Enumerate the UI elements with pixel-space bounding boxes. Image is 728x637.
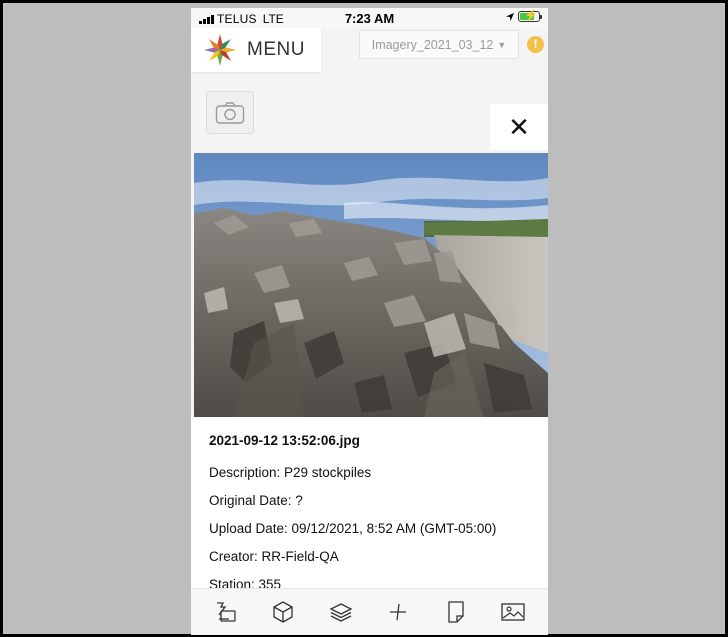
status-right: ⚡ <box>505 10 542 22</box>
battery-icon: ⚡ <box>518 10 542 22</box>
layers-icon <box>329 603 353 622</box>
caret-down-icon: ▼ <box>497 39 507 50</box>
document-button[interactable] <box>438 594 474 630</box>
site-photo <box>194 153 548 417</box>
photo-original-date: Original Date: ? <box>209 493 303 508</box>
cube-3d-icon <box>273 601 293 623</box>
photo-creator: Creator: RR-Field-QA <box>209 549 339 564</box>
photo-description: Description: P29 stockpiles <box>209 465 372 480</box>
measure-tool-button[interactable] <box>208 594 244 630</box>
camera-icon <box>215 101 245 124</box>
app-logo-icon <box>204 34 236 66</box>
image-button[interactable] <box>495 594 531 630</box>
layers-button[interactable] <box>323 594 359 630</box>
camera-button[interactable] <box>206 91 254 134</box>
imagery-select-value: Imagery_2021_03_12 <box>371 37 494 52</box>
3d-view-button[interactable] <box>265 594 301 630</box>
close-button[interactable]: ✕ <box>490 104 548 150</box>
imagery-select[interactable]: Imagery_2021_03_12 ▼ <box>359 30 519 59</box>
photo-info-panel: 2021-09-12 13:52:06.jpg Description: P29… <box>191 417 548 592</box>
bottom-toolbar <box>191 588 548 635</box>
document-icon <box>448 601 464 623</box>
clock: 7:23 AM <box>344 11 395 26</box>
close-icon: ✕ <box>508 112 530 142</box>
screenshot-frame: TELUS LTE 7:23 AM ⚡ MENU Imagery_2021_03… <box>0 0 728 637</box>
photo-filename: 2021-09-12 13:52:06.jpg <box>209 433 360 448</box>
warning-icon[interactable]: ! <box>527 36 544 53</box>
location-arrow-icon <box>506 12 514 21</box>
crosshair-icon <box>390 603 407 621</box>
crosshair-button[interactable] <box>380 594 416 630</box>
menu-button[interactable]: MENU <box>191 28 321 72</box>
status-bar: TELUS LTE 7:23 AM ⚡ <box>191 8 548 28</box>
menu-label: MENU <box>247 39 305 60</box>
stockpile-photo-image <box>194 153 548 417</box>
image-icon <box>501 603 525 621</box>
measure-tool-icon <box>216 602 236 622</box>
photo-upload-date: Upload Date: 09/12/2021, 8:52 AM (GMT-05… <box>209 521 497 536</box>
phone-screen: TELUS LTE 7:23 AM ⚡ MENU Imagery_2021_03… <box>191 8 548 635</box>
